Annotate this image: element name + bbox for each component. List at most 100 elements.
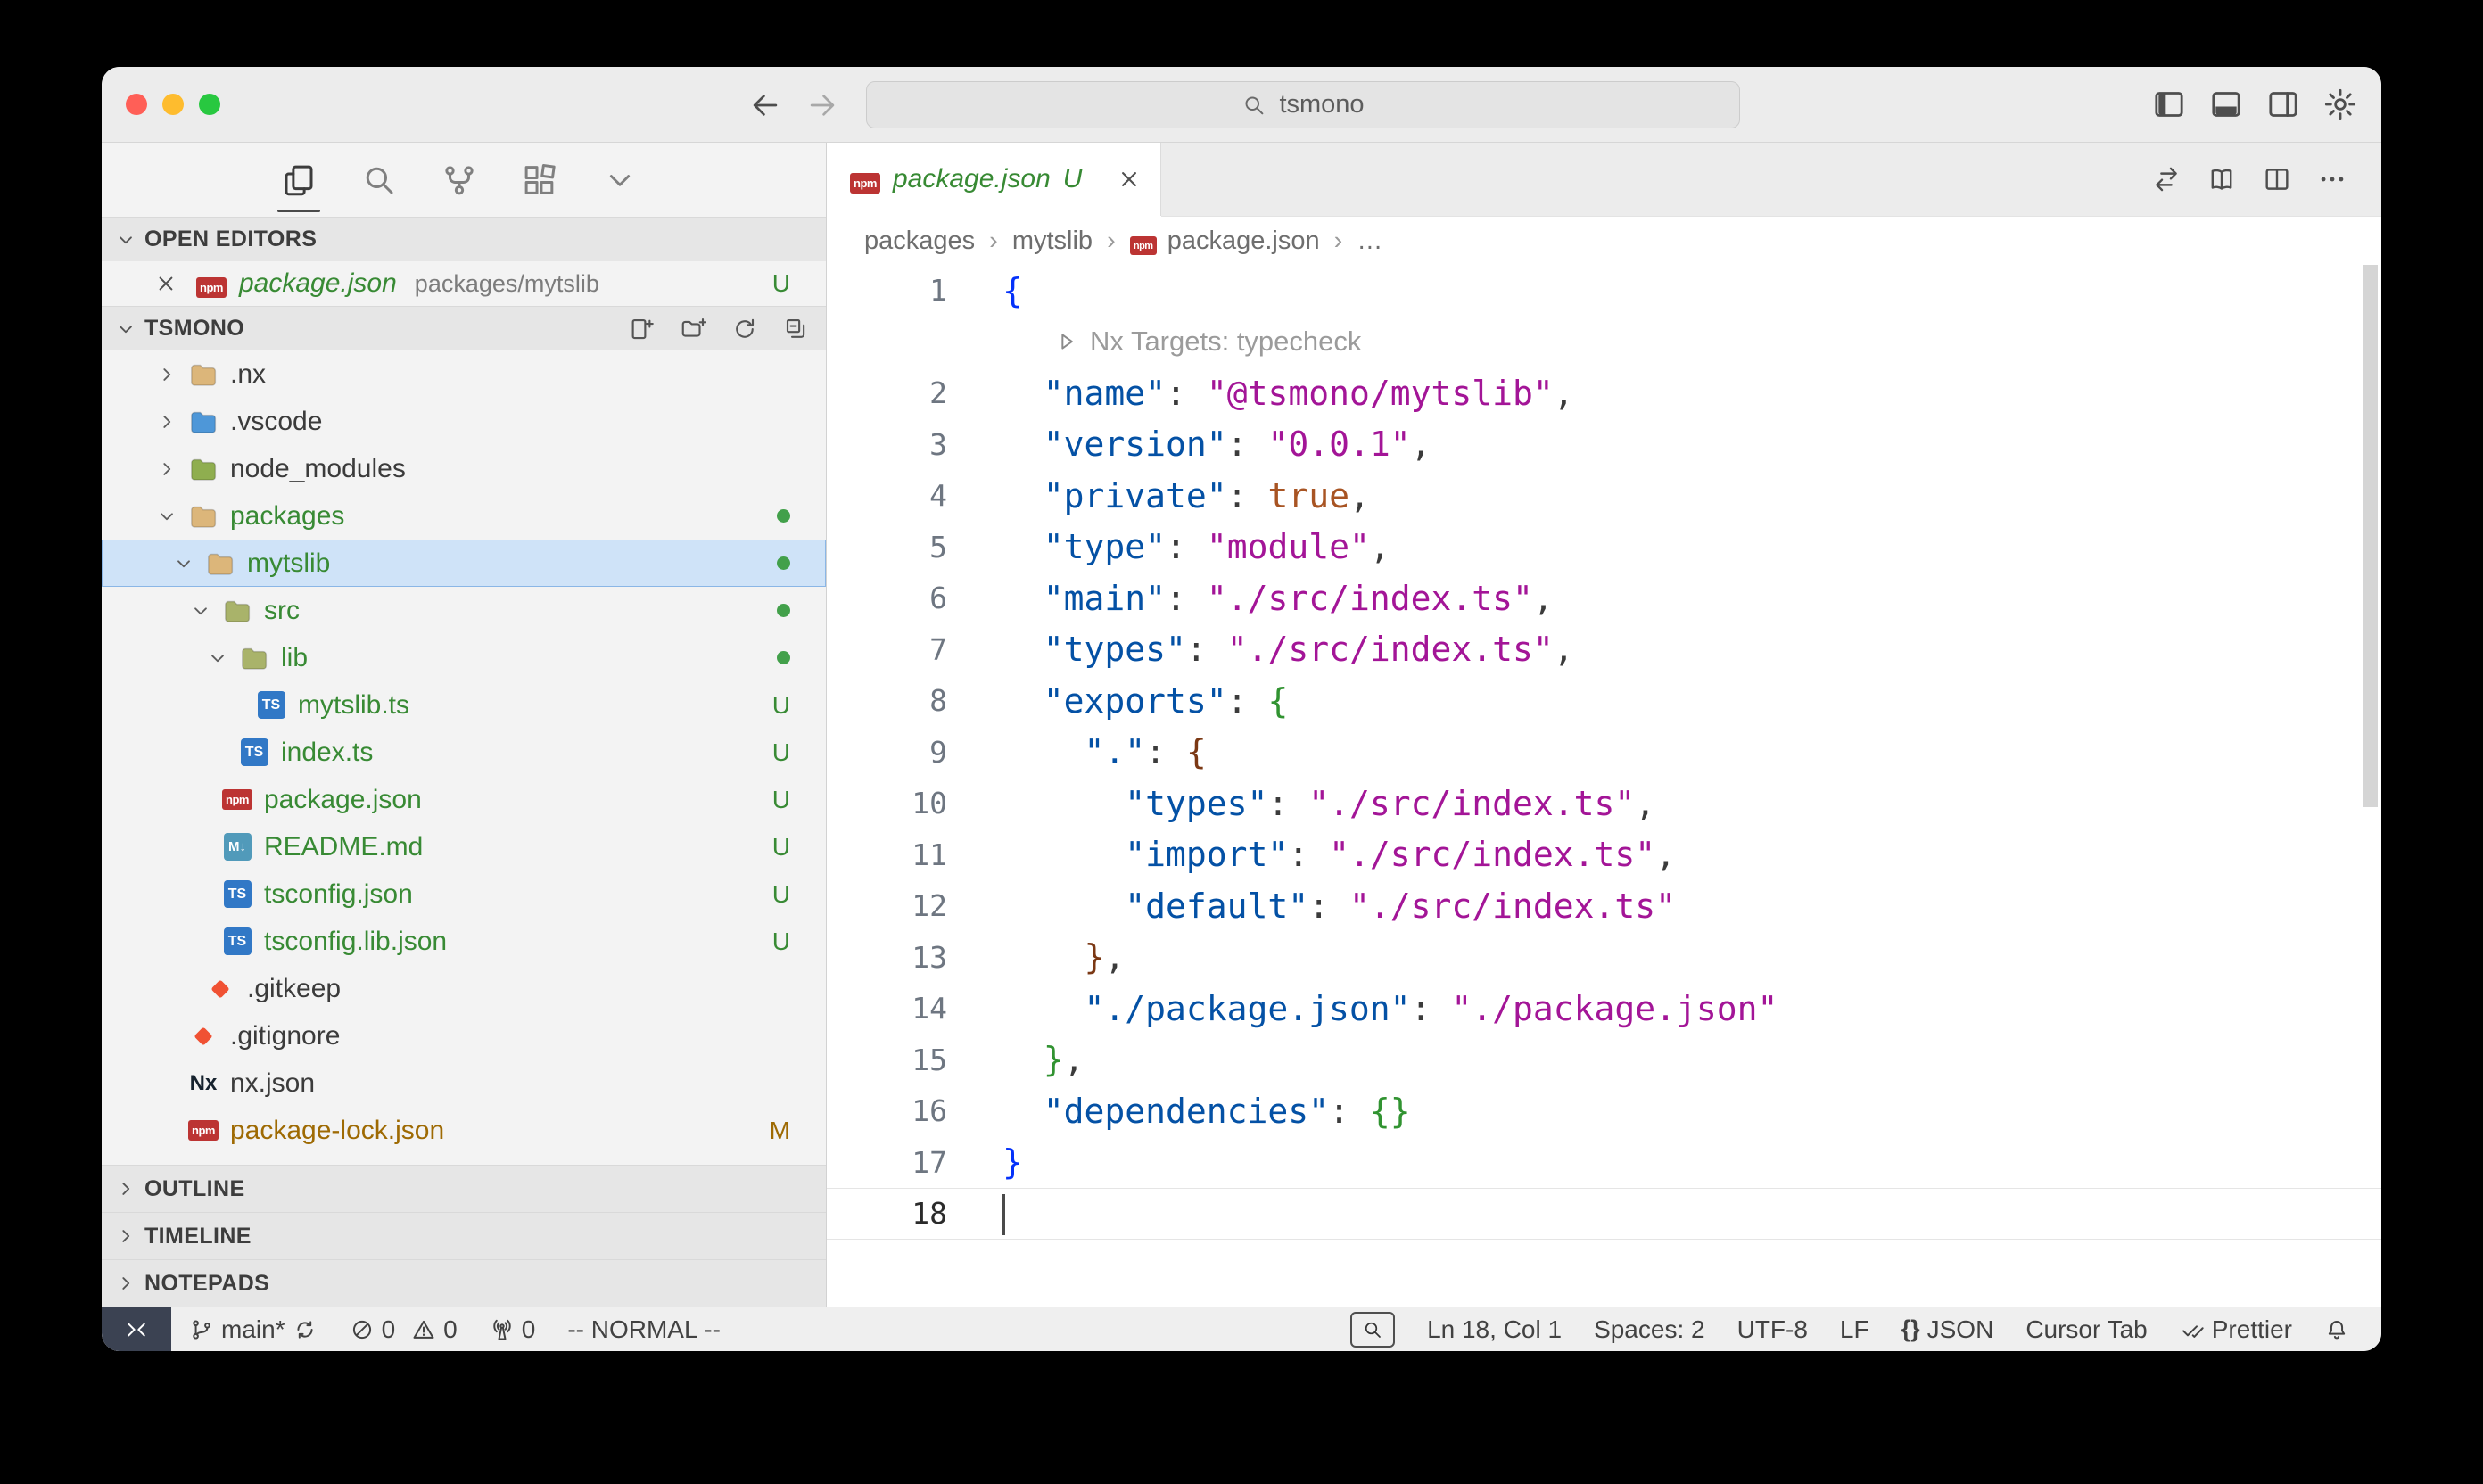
open-editors-header[interactable]: OPEN EDITORS	[102, 217, 826, 261]
toggle-primary-sidebar-button[interactable]	[2151, 87, 2187, 122]
folder-icon	[187, 500, 219, 532]
minimize-window-button[interactable]	[162, 94, 184, 115]
close-window-button[interactable]	[126, 94, 147, 115]
activity-explorer-button[interactable]	[280, 143, 318, 217]
branch-indicator[interactable]: main*	[189, 1315, 318, 1344]
open-changes-icon[interactable]	[2151, 164, 2182, 194]
split-editor-icon[interactable]	[2262, 164, 2292, 194]
sidebar-bottom-sections: OUTLINETIMELINENOTEPADS	[102, 1165, 826, 1307]
cursor-position[interactable]: Ln 18, Col 1	[1427, 1315, 1562, 1344]
activity-search-button[interactable]	[360, 143, 398, 217]
tree-item-tsconfig-lib-json[interactable]: TStsconfig.lib.jsonU	[102, 918, 826, 965]
line-content: "default": "./src/index.ts"	[947, 886, 1676, 926]
activity-extensions-button[interactable]	[521, 143, 558, 217]
indentation-indicator[interactable]: Spaces: 2	[1594, 1315, 1705, 1344]
breadcrumb-more[interactable]: …	[1357, 227, 1382, 256]
code-line-2[interactable]: 2 "name": "@tsmono/mytslib",	[827, 367, 2381, 419]
section-notepads[interactable]: NOTEPADS	[102, 1259, 826, 1307]
tree-item-package-lock-json[interactable]: npmpackage-lock.jsonM	[102, 1107, 826, 1154]
tree-item-package-json[interactable]: npmpackage.jsonU	[102, 776, 826, 823]
code-line-3[interactable]: 3 "version": "0.0.1",	[827, 419, 2381, 471]
toggle-secondary-sidebar-button[interactable]	[2265, 87, 2301, 122]
back-button[interactable]	[748, 88, 782, 122]
line-number: 6	[827, 581, 947, 615]
formatter-indicator[interactable]: Prettier	[2180, 1315, 2292, 1344]
breadcrumb-packages[interactable]: packages	[864, 227, 975, 256]
code-line-5[interactable]: 5 "type": "module",	[827, 522, 2381, 573]
settings-gear-icon[interactable]	[2322, 87, 2358, 122]
command-center-search[interactable]: tsmono	[866, 81, 1740, 128]
open-preview-icon[interactable]	[2207, 164, 2237, 194]
tree-item-tsconfig-json[interactable]: TStsconfig.jsonU	[102, 870, 826, 918]
close-editor-icon[interactable]	[153, 271, 178, 296]
code-line-16[interactable]: 16 "dependencies": {}	[827, 1085, 2381, 1137]
tree-item-readme-md[interactable]: M↓README.mdU	[102, 823, 826, 870]
collapse-folders-button[interactable]	[783, 316, 810, 342]
cursor-tab-toggle[interactable]: Cursor Tab	[2025, 1315, 2147, 1344]
code-line-14[interactable]: 14 "./package.json": "./package.json"	[827, 983, 2381, 1035]
line-content: "name": "@tsmono/mytslib",	[947, 374, 1574, 413]
open-editor-item[interactable]: npm package.json packages/mytslib U	[102, 261, 826, 306]
tree-item-nx-json[interactable]: Nxnx.json	[102, 1059, 826, 1107]
scrollbar-thumb[interactable]	[2363, 265, 2378, 807]
code-line-6[interactable]: 6 "main": "./src/index.ts",	[827, 573, 2381, 624]
error-icon	[350, 1317, 375, 1342]
code-line-13[interactable]: 13 },	[827, 932, 2381, 984]
code-line-7[interactable]: 7 "types": "./src/index.ts",	[827, 624, 2381, 676]
section-outline[interactable]: OUTLINE	[102, 1165, 826, 1212]
tree-item--nx[interactable]: .nx	[102, 350, 826, 398]
explorer-section-header[interactable]: TSMONO	[102, 306, 826, 350]
tree-item--gitignore[interactable]: .gitignore	[102, 1012, 826, 1059]
tree-item-src[interactable]: src	[102, 587, 826, 634]
code-line-1[interactable]: 1{	[827, 265, 2381, 317]
language-mode[interactable]: {} JSON	[1901, 1315, 1994, 1344]
section-timeline[interactable]: TIMELINE	[102, 1212, 826, 1259]
problems-indicator[interactable]: 0 0	[350, 1315, 458, 1344]
breadcrumb-mytslib[interactable]: mytslib	[1012, 227, 1093, 256]
tree-item-node-modules[interactable]: node_modules	[102, 445, 826, 492]
tree-item--vscode[interactable]: .vscode	[102, 398, 826, 445]
encoding-indicator[interactable]: UTF-8	[1737, 1315, 1808, 1344]
line-number: 18	[827, 1196, 947, 1231]
code-line-15[interactable]: 15 },	[827, 1035, 2381, 1086]
code-line-8[interactable]: 8 "exports": {	[827, 675, 2381, 727]
codelens-nx-targets[interactable]: Nx Targets: typecheck	[1054, 326, 1361, 358]
refresh-explorer-button[interactable]	[731, 316, 758, 342]
remote-icon	[124, 1317, 149, 1342]
forward-button[interactable]	[805, 88, 839, 122]
activity-source-control-button[interactable]	[441, 143, 478, 217]
code-line-10[interactable]: 10 "types": "./src/index.ts",	[827, 778, 2381, 829]
tree-item-packages[interactable]: packages	[102, 492, 826, 540]
braces-icon: {}	[1901, 1315, 1920, 1343]
toggle-panel-button[interactable]	[2208, 87, 2244, 122]
code-line-18[interactable]: 18	[827, 1188, 2381, 1240]
more-actions-icon[interactable]	[2317, 164, 2347, 194]
zoom-toggle-button[interactable]	[1350, 1312, 1395, 1348]
code-line-12[interactable]: 12 "default": "./src/index.ts"	[827, 880, 2381, 932]
chevron-down-icon	[197, 647, 238, 670]
ports-indicator[interactable]: 0	[490, 1315, 536, 1344]
code-line-11[interactable]: 11 "import": "./src/index.ts",	[827, 829, 2381, 881]
code-line-9[interactable]: 9 ".": {	[827, 727, 2381, 779]
tab-package-json[interactable]: npm package.json U	[827, 143, 1161, 216]
code-line-17[interactable]: 17}	[827, 1137, 2381, 1189]
tree-item-mytslib[interactable]: mytslib	[102, 540, 826, 587]
eol-indicator[interactable]: LF	[1840, 1315, 1869, 1344]
remote-indicator[interactable]	[102, 1307, 171, 1351]
text-cursor	[1002, 1194, 1005, 1235]
tree-item--gitkeep[interactable]: .gitkeep	[102, 965, 826, 1012]
tree-item-lib[interactable]: lib	[102, 634, 826, 681]
code-line-4[interactable]: 4 "private": true,	[827, 470, 2381, 522]
maximize-window-button[interactable]	[199, 94, 220, 115]
new-folder-button[interactable]	[680, 316, 706, 342]
activity-more-button[interactable]	[601, 143, 639, 217]
tree-item-mytslib-ts[interactable]: TSmytslib.tsU	[102, 681, 826, 729]
notifications-bell[interactable]	[2324, 1317, 2349, 1342]
tree-item-index-ts[interactable]: TSindex.tsU	[102, 729, 826, 776]
close-tab-icon[interactable]	[1116, 166, 1143, 193]
sidebar: OPEN EDITORS npm package.json packages/m…	[102, 143, 827, 1307]
breadcrumb-package-json[interactable]: package.json	[1167, 227, 1320, 256]
new-file-button[interactable]	[628, 316, 655, 342]
line-content: "version": "0.0.1",	[947, 425, 1431, 464]
code-editor[interactable]: 1{ Nx Targets: typecheck 2 "name": "@tsmon…	[827, 265, 2381, 1307]
